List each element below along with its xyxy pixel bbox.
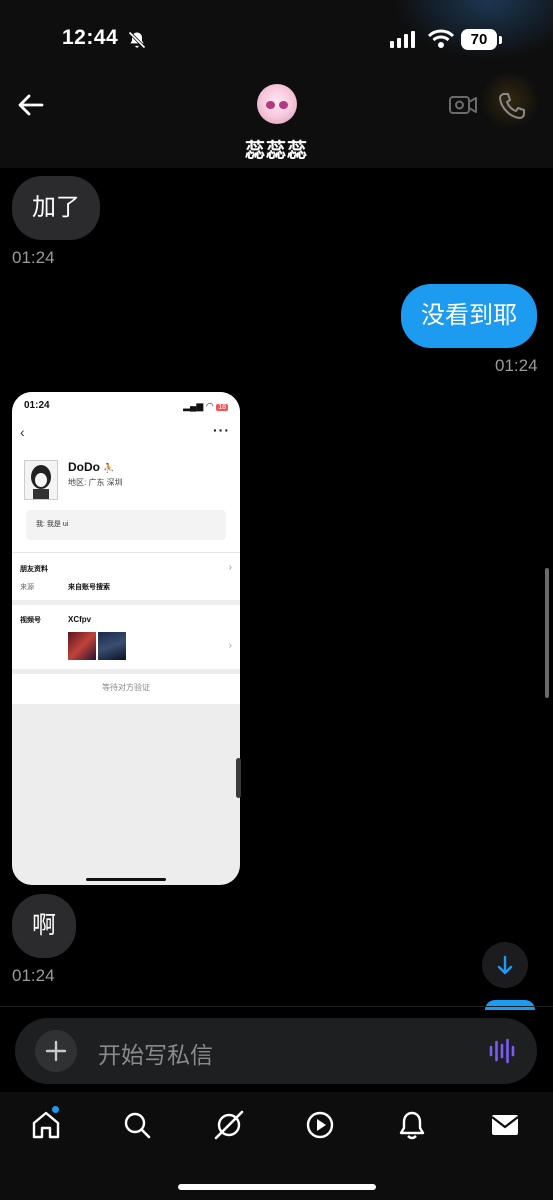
screenshot-channel-label: 视频号 xyxy=(20,617,41,624)
message-bubble-incoming[interactable]: 加了 xyxy=(12,176,100,240)
scroll-to-bottom-button[interactable] xyxy=(482,942,528,988)
cell-signal-icon xyxy=(390,31,415,48)
home-indicator xyxy=(178,1184,376,1190)
screenshot-channel-value: XCfpv xyxy=(68,615,92,624)
notifications-bell-icon[interactable] xyxy=(395,1108,429,1142)
screenshot-battery: 18 xyxy=(216,404,228,411)
phone-call-icon[interactable] xyxy=(496,90,528,122)
video-call-icon[interactable] xyxy=(448,92,478,118)
status-time: 12:44 xyxy=(62,26,119,49)
message-timestamp: 01:24 xyxy=(495,356,538,375)
back-arrow-icon[interactable] xyxy=(14,88,48,122)
shared-screenshot-image[interactable]: 01:24 ▂▄▆ ◠ 18 ‹ ··· DoDo ⛹ 地区: 广东 深圳 我:… xyxy=(12,392,240,885)
screenshot-home-indicator xyxy=(86,878,166,881)
grok-icon[interactable] xyxy=(212,1108,246,1142)
battery-tip xyxy=(499,36,502,44)
home-icon[interactable] xyxy=(29,1108,63,1142)
voice-message-icon[interactable] xyxy=(486,1035,518,1067)
partial-outgoing-bubble xyxy=(485,1000,535,1010)
screenshot-source-label: 来源 xyxy=(20,584,34,591)
message-composer[interactable] xyxy=(15,1018,537,1084)
scrollbar[interactable] xyxy=(545,568,549,698)
screenshot-chevron-icon: › xyxy=(228,640,232,651)
screenshot-white-area xyxy=(12,392,240,704)
message-bubble-incoming[interactable]: 啊 xyxy=(12,894,76,958)
home-notification-dot xyxy=(52,1106,59,1113)
contact-name[interactable]: 蕊蕊蕊 xyxy=(0,134,553,163)
screenshot-status-time: 01:24 xyxy=(24,400,50,411)
screenshot-profile-name: DoDo ⛹ xyxy=(68,460,115,474)
screenshot-person-icon: ⛹ xyxy=(103,463,115,473)
screenshot-source-value: 来自账号搜索 xyxy=(68,584,110,591)
wifi-icon xyxy=(428,29,454,48)
screenshot-more-icon: ··· xyxy=(213,422,230,438)
screenshot-pending-text: 等待对方验证 xyxy=(102,683,150,692)
message-timestamp: 01:24 xyxy=(12,966,55,985)
screenshot-divider xyxy=(12,552,240,553)
composer-divider xyxy=(0,1006,553,1007)
screenshot-back-icon: ‹ xyxy=(20,424,25,440)
screenshot-divider xyxy=(12,669,240,674)
video-play-icon[interactable] xyxy=(303,1108,337,1142)
screenshot-edge-handle xyxy=(236,758,241,798)
screenshot-divider xyxy=(12,600,240,605)
search-icon[interactable] xyxy=(120,1108,154,1142)
messages-envelope-icon[interactable] xyxy=(488,1108,522,1142)
screenshot-greeting: 我: 我是 ui xyxy=(26,510,226,540)
bell-muted-icon xyxy=(128,31,146,49)
add-attachment-icon[interactable] xyxy=(35,1030,77,1072)
screenshot-profile-name-text: DoDo xyxy=(68,460,100,474)
contact-avatar[interactable] xyxy=(257,84,297,124)
screenshot-profile-avatar xyxy=(24,460,58,500)
screenshot-chevron-icon: › xyxy=(228,562,232,573)
message-input[interactable]: 开始写私信 xyxy=(98,1036,213,1070)
screenshot-region: 地区: 广东 深圳 xyxy=(68,478,123,487)
battery-indicator: 70 xyxy=(461,29,497,50)
screenshot-video-thumbnail xyxy=(98,632,126,660)
screenshot-status-icons: ▂▄▆ ◠ 18 xyxy=(183,401,228,411)
screenshot-video-thumbnail xyxy=(68,632,96,660)
screenshot-friend-info-label: 朋友资料 xyxy=(20,566,48,573)
message-timestamp: 01:24 xyxy=(12,248,55,267)
message-bubble-outgoing[interactable]: 没看到耶 xyxy=(401,284,537,348)
